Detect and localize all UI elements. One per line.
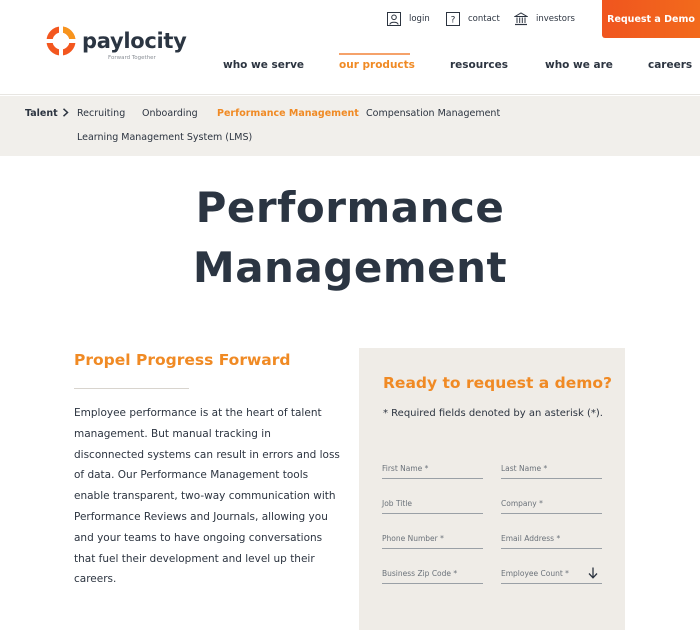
employee-count-label: Employee Count * xyxy=(501,569,569,578)
last-name-field[interactable]: Last Name * xyxy=(501,463,602,479)
logo-tagline: Forward Together xyxy=(108,55,156,61)
site-header: paylocity Forward Together login ? conta… xyxy=(0,0,700,95)
chevron-right-icon xyxy=(62,108,69,117)
subnav-item-recruiting[interactable]: Recruiting xyxy=(77,108,125,119)
nav-our-products[interactable]: our products xyxy=(339,59,415,71)
first-name-field[interactable]: First Name * xyxy=(382,463,483,479)
company-field[interactable]: Company * xyxy=(501,498,602,514)
contact-link[interactable]: ? contact xyxy=(446,12,500,26)
paylocity-logo[interactable]: paylocity Forward Together xyxy=(46,26,187,61)
user-icon xyxy=(387,12,401,26)
intro-heading: Propel Progress Forward xyxy=(74,351,291,369)
nav-who-we-serve[interactable]: who we serve xyxy=(223,59,304,71)
contact-label: contact xyxy=(468,14,500,24)
logo-wordmark: paylocity xyxy=(82,29,187,53)
paylocity-logo-mark-icon xyxy=(46,26,76,56)
intro-divider xyxy=(74,388,189,389)
login-link[interactable]: login xyxy=(387,12,430,26)
bank-building-icon xyxy=(514,12,528,26)
svg-text:?: ? xyxy=(451,16,456,26)
demo-request-form: Ready to request a demo? * Required fiel… xyxy=(359,348,625,630)
product-subnav: Talent Recruiting Onboarding Performance… xyxy=(0,96,700,156)
subnav-item-onboarding[interactable]: Onboarding xyxy=(142,108,198,119)
nav-resources[interactable]: resources xyxy=(450,59,508,71)
subnav-item-performance-management[interactable]: Performance Management xyxy=(217,108,359,119)
subnav-item-compensation-management[interactable]: Compensation Management xyxy=(366,108,500,119)
form-title: Ready to request a demo? xyxy=(383,374,613,392)
active-nav-indicator xyxy=(339,53,410,55)
subnav-item-lms[interactable]: Learning Management System (LMS) xyxy=(77,132,252,143)
nav-careers[interactable]: careers xyxy=(648,59,692,71)
email-address-field[interactable]: Email Address * xyxy=(501,533,602,549)
request-demo-button[interactable]: Request a Demo xyxy=(602,0,700,38)
subnav-root-talent[interactable]: Talent xyxy=(25,108,58,119)
arrow-down-icon xyxy=(588,567,598,579)
page-title-line-1: Performance xyxy=(195,183,505,232)
page-title: Performance Management xyxy=(0,178,700,298)
form-required-note: * Required fields denoted by an asterisk… xyxy=(383,408,603,419)
question-icon: ? xyxy=(446,12,460,26)
login-label: login xyxy=(409,14,430,24)
business-zip-code-field[interactable]: Business Zip Code * xyxy=(382,568,483,584)
intro-body: Employee performance is at the heart of … xyxy=(74,407,340,586)
page-title-line-2: Management xyxy=(192,243,508,292)
phone-number-field[interactable]: Phone Number * xyxy=(382,533,483,549)
nav-who-we-are[interactable]: who we are xyxy=(545,59,613,71)
investors-link[interactable]: investors xyxy=(514,12,575,26)
employee-count-select[interactable]: Employee Count * xyxy=(501,567,602,584)
job-title-field[interactable]: Job Title xyxy=(382,498,483,514)
investors-label: investors xyxy=(536,14,575,24)
